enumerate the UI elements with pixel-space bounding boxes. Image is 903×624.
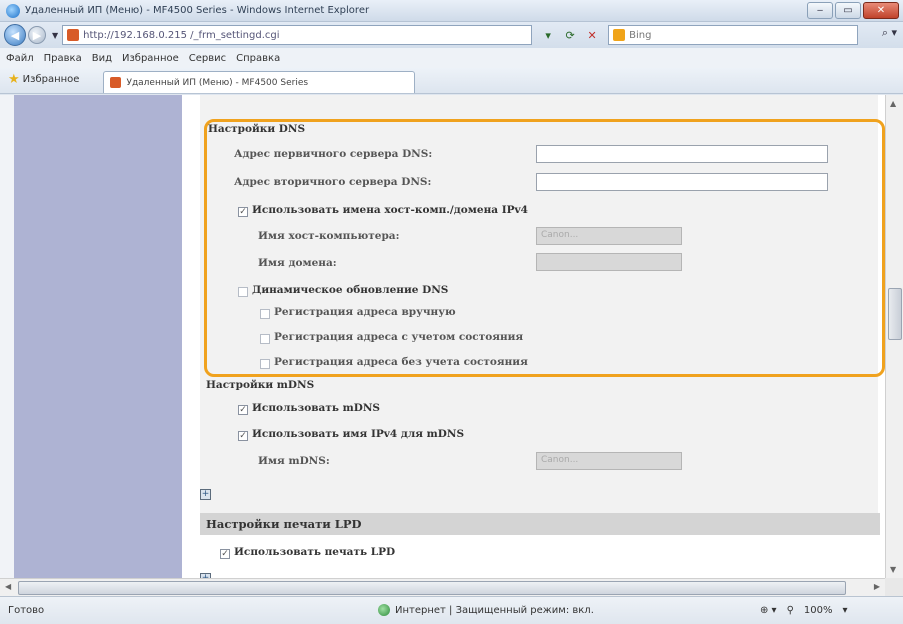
mdns-name-field: Canon... (536, 452, 682, 470)
sidebar (14, 95, 182, 578)
secondary-dns-field[interactable] (536, 173, 828, 191)
search-placeholder: Bing (629, 29, 652, 41)
page-content: Настройки DNS Адрес первичного сервера D… (0, 95, 885, 578)
favorites-button[interactable]: ★ Избранное (8, 72, 79, 87)
host-name-field: Canon... (536, 227, 682, 245)
use-ipv4-name-label: Использовать имя IPv4 для mDNS (252, 428, 465, 440)
domain-field (536, 253, 682, 271)
site-favicon-icon (67, 29, 80, 41)
vertical-scrollbar[interactable]: ▲ ▼ (885, 95, 903, 578)
tab-favicon-icon (110, 77, 122, 88)
scroll-left-icon[interactable]: ◀ (5, 582, 11, 591)
use-ipv4-name-checkbox[interactable]: ✓ (238, 431, 248, 441)
zoom-dropdown-icon[interactable]: ▾ (843, 605, 848, 616)
window-controls: ‒ ▭ ✕ (807, 2, 899, 19)
address-bar: ◀ ▶ ▼ http://192.168.0.215 /_frm_setting… (0, 22, 903, 48)
window-title: Удаленный ИП (Меню) - MF4500 Series - Wi… (25, 5, 370, 16)
url-input[interactable]: http://192.168.0.215 /_frm_settingd.cgi (62, 25, 533, 45)
domain-label: Имя домена: (258, 257, 337, 269)
use-host-domain-checkbox[interactable]: ✓ (238, 207, 248, 217)
zoom-icon: ⚲ (786, 605, 794, 616)
status-bar: Готово Интернет | Защищенный режим: вкл.… (0, 596, 903, 624)
horizontal-scroll-thumb[interactable] (18, 581, 846, 595)
use-mdns-label: Использовать mDNS (252, 402, 381, 414)
history-dropdown-icon[interactable]: ▼ (52, 31, 58, 40)
refresh-icon[interactable]: ⟳ (562, 27, 578, 43)
primary-dns-label: Адрес первичного сервера DNS: (234, 148, 433, 160)
manual-reg-label: Регистрация адреса вручную (274, 306, 456, 318)
stateful-reg-label: Регистрация адреса с учетом состояния (274, 331, 524, 343)
url-dropdown-icon[interactable]: ▾ (540, 27, 556, 43)
settings-main: Настройки DNS Адрес первичного сервера D… (182, 95, 885, 578)
stateless-reg-label: Регистрация адреса без учета состояния (274, 356, 528, 368)
primary-dns-field[interactable] (536, 145, 828, 163)
menu-view[interactable]: Вид (92, 53, 112, 64)
back-button[interactable]: ◀ (4, 24, 26, 46)
maximize-button[interactable]: ▭ (835, 2, 861, 19)
mdns-name-label: Имя mDNS: (258, 455, 330, 467)
stateless-reg-checkbox (260, 359, 270, 369)
scroll-down-icon[interactable]: ▼ (890, 565, 896, 574)
use-lpd-label: Использовать печать LPD (234, 546, 396, 558)
dynamic-update-label: Динамическое обновление DNS (252, 284, 449, 296)
expand-icon[interactable]: + (200, 489, 211, 500)
menu-file[interactable]: Файл (6, 53, 34, 64)
menu-help[interactable]: Справка (236, 53, 280, 64)
menu-tools[interactable]: Сервис (189, 53, 226, 64)
horizontal-scrollbar[interactable]: ◀ ▶ (0, 578, 885, 596)
bing-icon (613, 29, 626, 41)
stop-icon[interactable]: ✕ (584, 27, 600, 43)
manual-reg-checkbox (260, 309, 270, 319)
ie-logo-icon (6, 3, 20, 18)
star-icon: ★ (8, 72, 20, 87)
dns-heading: Настройки DNS (208, 123, 306, 135)
stateful-reg-checkbox (260, 334, 270, 344)
scroll-up-icon[interactable]: ▲ (890, 99, 896, 108)
use-mdns-checkbox[interactable]: ✓ (238, 405, 248, 415)
use-lpd-checkbox[interactable]: ✓ (220, 549, 230, 559)
search-icon[interactable]: ⌕ ▾ (882, 26, 897, 40)
url-buttons: ▾ ⟳ ✕ (540, 27, 600, 43)
dynamic-update-checkbox[interactable] (238, 287, 248, 297)
forward-button[interactable]: ▶ (28, 26, 46, 44)
vertical-scroll-thumb[interactable] (888, 288, 902, 340)
close-button[interactable]: ✕ (863, 2, 899, 19)
sidebar-edge (0, 95, 14, 578)
browser-tab[interactable]: Удаленный ИП (Меню) - MF4500 Series (103, 71, 416, 93)
favorites-label: Избранное (22, 74, 80, 85)
tab-title: Удаленный ИП (Меню) - MF4500 Series (126, 77, 309, 88)
mdns-heading: Настройки mDNS (206, 379, 315, 391)
protected-mode-icon[interactable]: ⊕ ▾ (760, 605, 777, 616)
minimize-button[interactable]: ‒ (807, 2, 833, 19)
lpd-heading: Настройки печати LPD (206, 517, 362, 531)
zoom-control[interactable]: ⊕ ▾ ⚲ 100% ▾ (760, 605, 848, 616)
security-zone[interactable]: Интернет | Защищенный режим: вкл. (395, 605, 594, 616)
url-text: http://192.168.0.215 /_frm_settingd.cgi (83, 29, 280, 41)
use-host-domain-label: Использовать имена хост-комп./домена IPv… (252, 204, 528, 216)
menu-bar: Файл Правка Вид Избранное Сервис Справка (0, 48, 903, 68)
search-input[interactable]: Bing (608, 25, 859, 45)
favorites-bar: ★ Избранное Удаленный ИП (Меню) - MF4500… (0, 68, 903, 94)
scroll-right-icon[interactable]: ▶ (874, 582, 880, 591)
menu-favorites[interactable]: Избранное (122, 53, 179, 64)
host-name-label: Имя хост-компьютера: (258, 230, 400, 242)
menu-edit[interactable]: Правка (44, 53, 82, 64)
scroll-corner (885, 578, 903, 596)
zoom-level[interactable]: 100% (804, 605, 833, 616)
window-titlebar: Удаленный ИП (Меню) - MF4500 Series - Wi… (0, 0, 903, 22)
secondary-dns-label: Адрес вторичного сервера DNS: (234, 176, 432, 188)
globe-icon (378, 604, 390, 616)
status-text: Готово (8, 605, 45, 616)
